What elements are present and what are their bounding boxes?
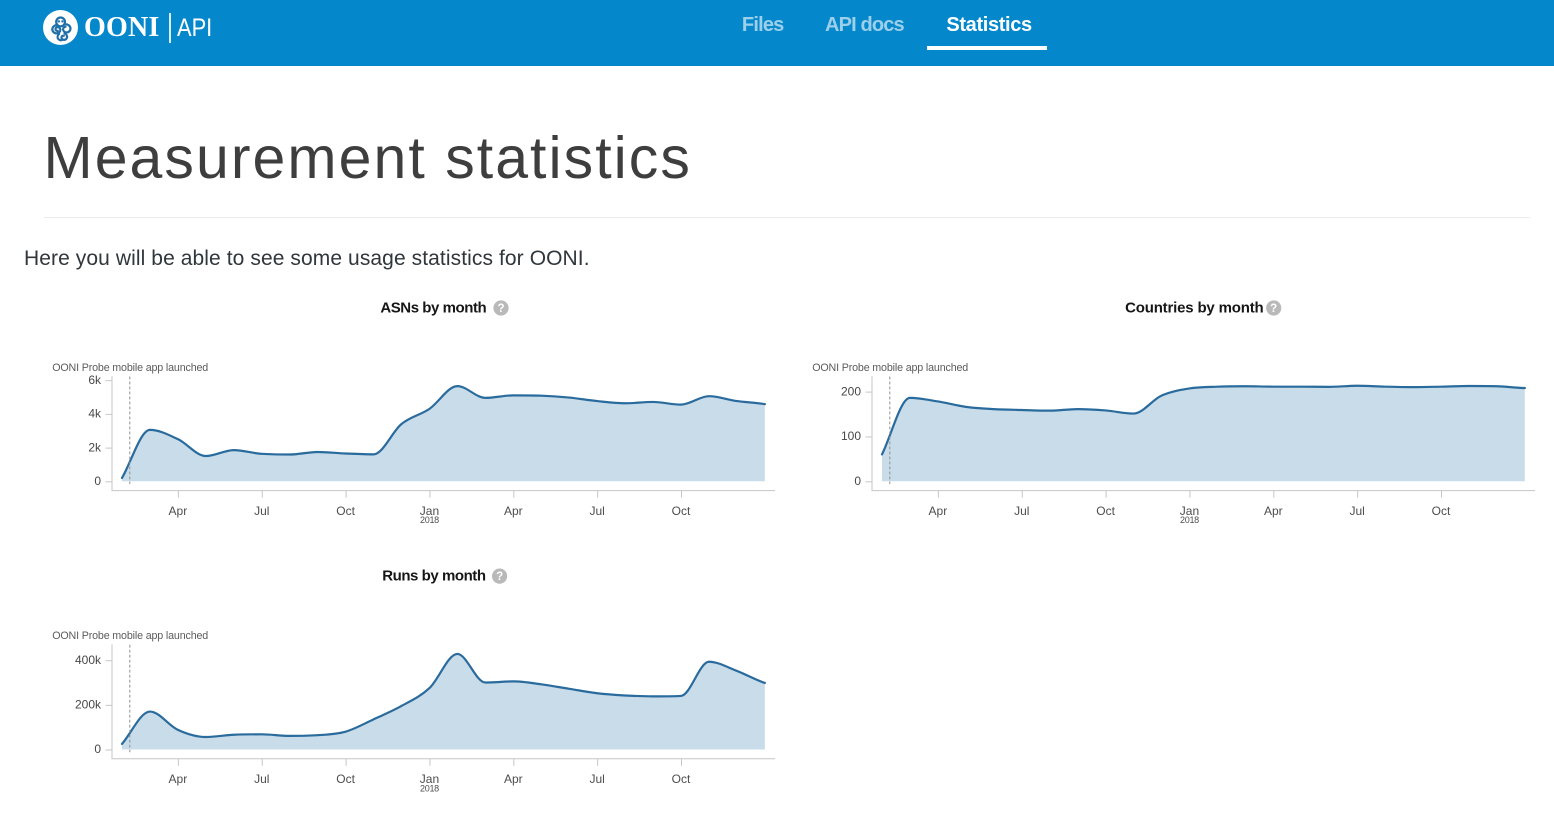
- svg-text:OONI Probe mobile app launched: OONI Probe mobile app launched: [52, 362, 208, 374]
- svg-text:Oct: Oct: [672, 504, 691, 518]
- svg-text:Countries by month: Countries by month: [1125, 299, 1263, 316]
- svg-text:?: ?: [1270, 303, 1277, 315]
- svg-text:400k: 400k: [75, 653, 102, 667]
- svg-text:Jul: Jul: [1349, 504, 1364, 518]
- svg-text:Apr: Apr: [169, 772, 188, 786]
- svg-text:Apr: Apr: [169, 504, 188, 518]
- svg-text:0: 0: [94, 742, 101, 756]
- svg-text:Jul: Jul: [589, 504, 604, 518]
- svg-text:Jul: Jul: [254, 772, 269, 786]
- svg-text:Apr: Apr: [1264, 504, 1283, 518]
- svg-text:?: ?: [497, 303, 504, 315]
- svg-text:Runs by month: Runs by month: [382, 567, 486, 584]
- svg-text:200: 200: [841, 384, 861, 398]
- svg-text:OONI Probe mobile app launched: OONI Probe mobile app launched: [52, 630, 208, 642]
- svg-text:6k: 6k: [88, 373, 102, 387]
- svg-text:2018: 2018: [420, 783, 439, 793]
- svg-text:Jul: Jul: [589, 772, 604, 786]
- svg-text:ASNs by month: ASNs by month: [380, 299, 486, 316]
- svg-text:100: 100: [841, 429, 861, 443]
- svg-text:OONI Probe mobile app launched: OONI Probe mobile app launched: [812, 362, 968, 374]
- svg-text:2k: 2k: [88, 440, 102, 454]
- svg-text:?: ?: [496, 571, 503, 583]
- svg-text:Oct: Oct: [336, 772, 355, 786]
- svg-text:Oct: Oct: [1096, 504, 1115, 518]
- svg-text:0: 0: [94, 474, 101, 488]
- svg-text:Apr: Apr: [929, 504, 948, 518]
- svg-text:Apr: Apr: [504, 504, 523, 518]
- svg-text:Jul: Jul: [254, 504, 269, 518]
- svg-text:Apr: Apr: [504, 772, 523, 786]
- svg-text:Oct: Oct: [1432, 504, 1451, 518]
- svg-text:4k: 4k: [88, 407, 102, 421]
- svg-text:Oct: Oct: [672, 772, 691, 786]
- svg-text:Jul: Jul: [1014, 504, 1029, 518]
- svg-text:0: 0: [854, 474, 861, 488]
- svg-text:Oct: Oct: [336, 504, 355, 518]
- svg-text:2018: 2018: [420, 515, 439, 525]
- svg-text:2018: 2018: [1180, 515, 1199, 525]
- svg-text:200k: 200k: [75, 698, 102, 712]
